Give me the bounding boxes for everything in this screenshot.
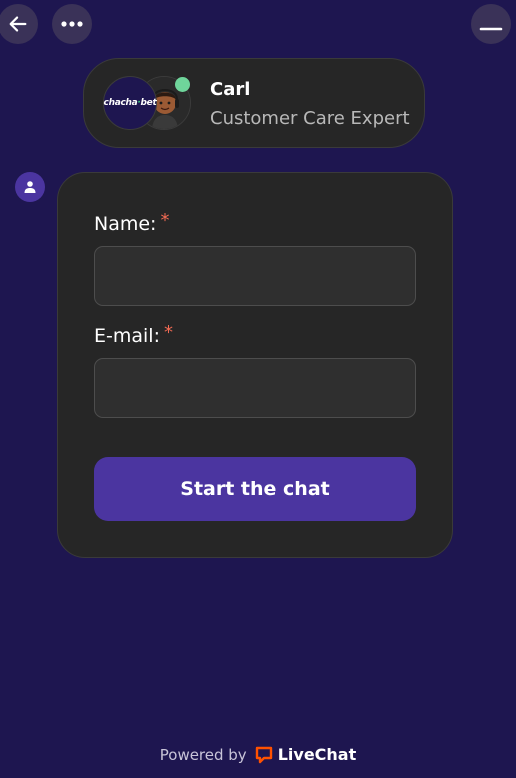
more-horizontal-icon bbox=[61, 21, 83, 27]
agent-role: Customer Care Expert bbox=[210, 108, 410, 129]
name-label-text: Name: bbox=[94, 213, 157, 235]
name-input[interactable] bbox=[94, 246, 416, 306]
arrow-left-icon bbox=[9, 16, 27, 32]
powered-by-text: Powered by bbox=[159, 745, 247, 764]
user-icon bbox=[24, 181, 36, 193]
bot-avatar bbox=[15, 172, 45, 202]
livechat-logo-icon bbox=[255, 746, 272, 763]
brand-logo: chacha·bet bbox=[103, 98, 157, 108]
minimize-icon bbox=[479, 27, 503, 31]
start-chat-button[interactable]: Start the chat bbox=[94, 457, 416, 521]
agent-header-card: chacha·bet Carl Customer Care Expert bbox=[83, 58, 425, 148]
brand-logo-avatar: chacha·bet bbox=[103, 76, 157, 130]
email-input[interactable] bbox=[94, 358, 416, 418]
email-label-text: E-mail: bbox=[94, 325, 160, 347]
email-field-label: E-mail: * bbox=[94, 322, 173, 347]
required-marker: * bbox=[163, 322, 173, 343]
minimize-button[interactable] bbox=[471, 4, 511, 44]
livechat-link[interactable]: LiveChat bbox=[255, 745, 357, 764]
agent-name: Carl bbox=[210, 79, 251, 100]
name-field-label: Name: * bbox=[94, 210, 170, 235]
prechat-form: Name: * E-mail: * Start the chat bbox=[57, 172, 453, 558]
back-button[interactable] bbox=[0, 4, 38, 44]
required-marker: * bbox=[160, 210, 170, 231]
livechat-brand: LiveChat bbox=[277, 745, 357, 764]
powered-by-footer: Powered by LiveChat bbox=[0, 745, 516, 764]
online-status-dot bbox=[175, 77, 190, 92]
more-options-button[interactable] bbox=[52, 4, 92, 44]
